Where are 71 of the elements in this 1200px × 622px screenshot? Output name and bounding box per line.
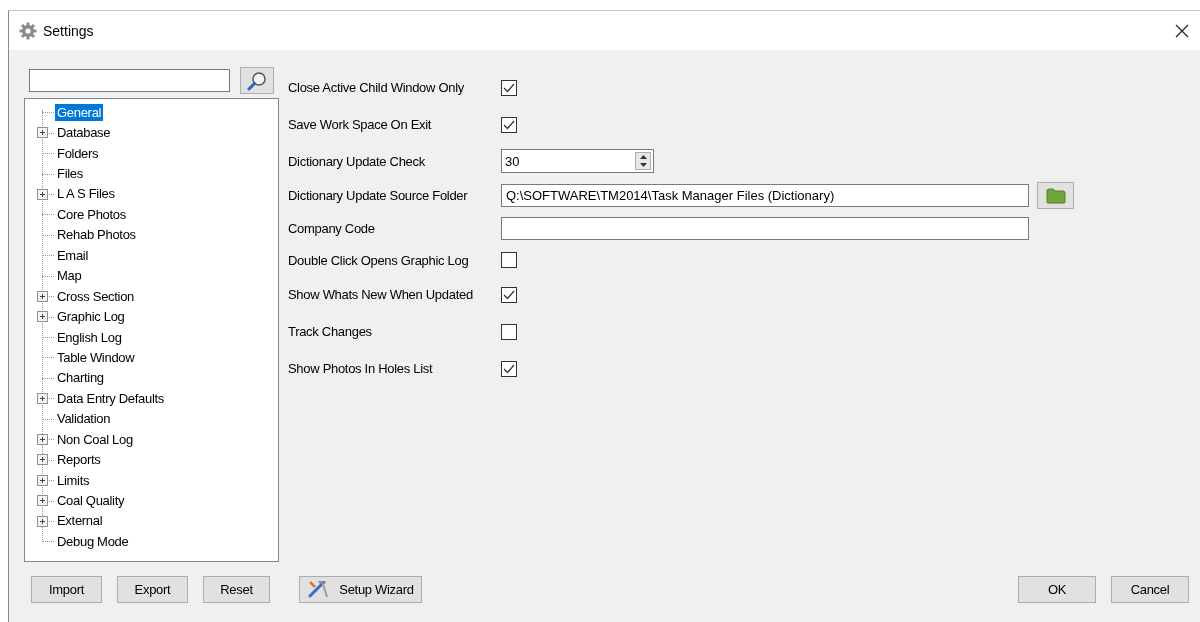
folder-path-field[interactable]: Q:\SOFTWARE\TM2014\Task Manager Files (Dictionary) [501,184,1029,207]
setting-label: Company Code [288,220,376,236]
expand-icon[interactable] [37,454,48,466]
tree-item[interactable]: Coal Quality [55,492,127,510]
search-button[interactable] [240,67,274,94]
tree-item[interactable]: Files [55,165,85,183]
expand-icon[interactable] [37,515,48,527]
dialog-button[interactable]: Cancel [1111,575,1189,603]
up-arrow-icon[interactable] [639,155,647,159]
setting-label: Save Work Space On Exit [288,117,433,132]
tree-item[interactable]: Database [55,124,113,142]
checkbox[interactable] [501,116,517,133]
checkbox[interactable] [501,360,517,377]
checkbox[interactable] [501,323,517,340]
setting-label: Dictionary Update Source Folder [288,188,469,203]
tools-icon [307,579,330,599]
search-field[interactable] [29,69,230,92]
tree-item[interactable]: Non Coal Log [55,430,135,448]
tree-item[interactable]: General [55,103,104,121]
check-icon [503,289,515,300]
setting-label: Dictionary Update Check [288,153,426,169]
tree-item[interactable]: Graphic Log [55,308,127,326]
tree-item[interactable]: Rehab Photos [55,226,138,244]
tree-item[interactable]: Folders [55,144,101,162]
expand-icon[interactable] [37,474,48,486]
tree-item[interactable]: Table Window [55,348,137,366]
expand-icon[interactable] [37,290,48,302]
expand-icon[interactable] [37,311,48,323]
tree-item[interactable]: L A S Files [55,185,117,203]
tree-item[interactable]: Map [55,267,84,285]
setting-label: Show Whats New When Updated [288,287,474,302]
expand-icon[interactable] [37,393,48,405]
tree-item[interactable]: Cross Section [55,287,137,305]
text-field[interactable] [501,216,1029,240]
tree-item[interactable]: Email [55,246,90,264]
expand-icon[interactable] [37,188,48,200]
checkbox[interactable] [501,79,517,96]
footer-button[interactable]: Import [31,575,102,603]
down-arrow-icon[interactable] [639,163,647,167]
setting-label: Track Changes [288,324,373,339]
gear-icon [19,21,37,40]
tree-item[interactable]: Core Photos [55,205,128,223]
footer-button[interactable]: Reset [203,575,270,603]
number-field[interactable]: 30 [501,149,654,173]
tree-item[interactable]: Data Entry Defaults [55,389,166,407]
expand-icon[interactable] [37,127,48,139]
search-icon [247,70,267,91]
dialog-button[interactable]: OK [1018,575,1096,603]
tree-item[interactable]: Debug Mode [55,532,131,550]
expand-icon[interactable] [37,495,48,507]
window-title: Settings [43,22,95,39]
check-icon [503,119,515,130]
setting-label: Show Photos In Holes List [288,361,434,376]
footer-button[interactable]: Export [117,575,188,603]
checkbox[interactable] [501,286,517,303]
check-icon [503,82,515,93]
setting-label: Close Active Child Window Only [288,80,465,95]
tree-item[interactable]: Validation [55,410,113,428]
close-icon [1175,23,1189,38]
setting-label: Double Click Opens Graphic Log [288,252,470,268]
setup-wizard-button[interactable]: Setup Wizard [299,575,422,603]
browse-button[interactable] [1037,182,1074,209]
folder-icon [1045,187,1066,204]
tree-item[interactable]: Limits [55,471,92,489]
tree-item[interactable]: External [55,512,105,530]
tree-item[interactable]: English Log [55,328,124,346]
checkbox[interactable] [501,252,517,268]
expand-icon[interactable] [37,434,48,445]
check-icon [503,363,515,374]
tree-item[interactable]: Reports [55,451,103,469]
tree-item[interactable]: Charting [55,369,106,387]
